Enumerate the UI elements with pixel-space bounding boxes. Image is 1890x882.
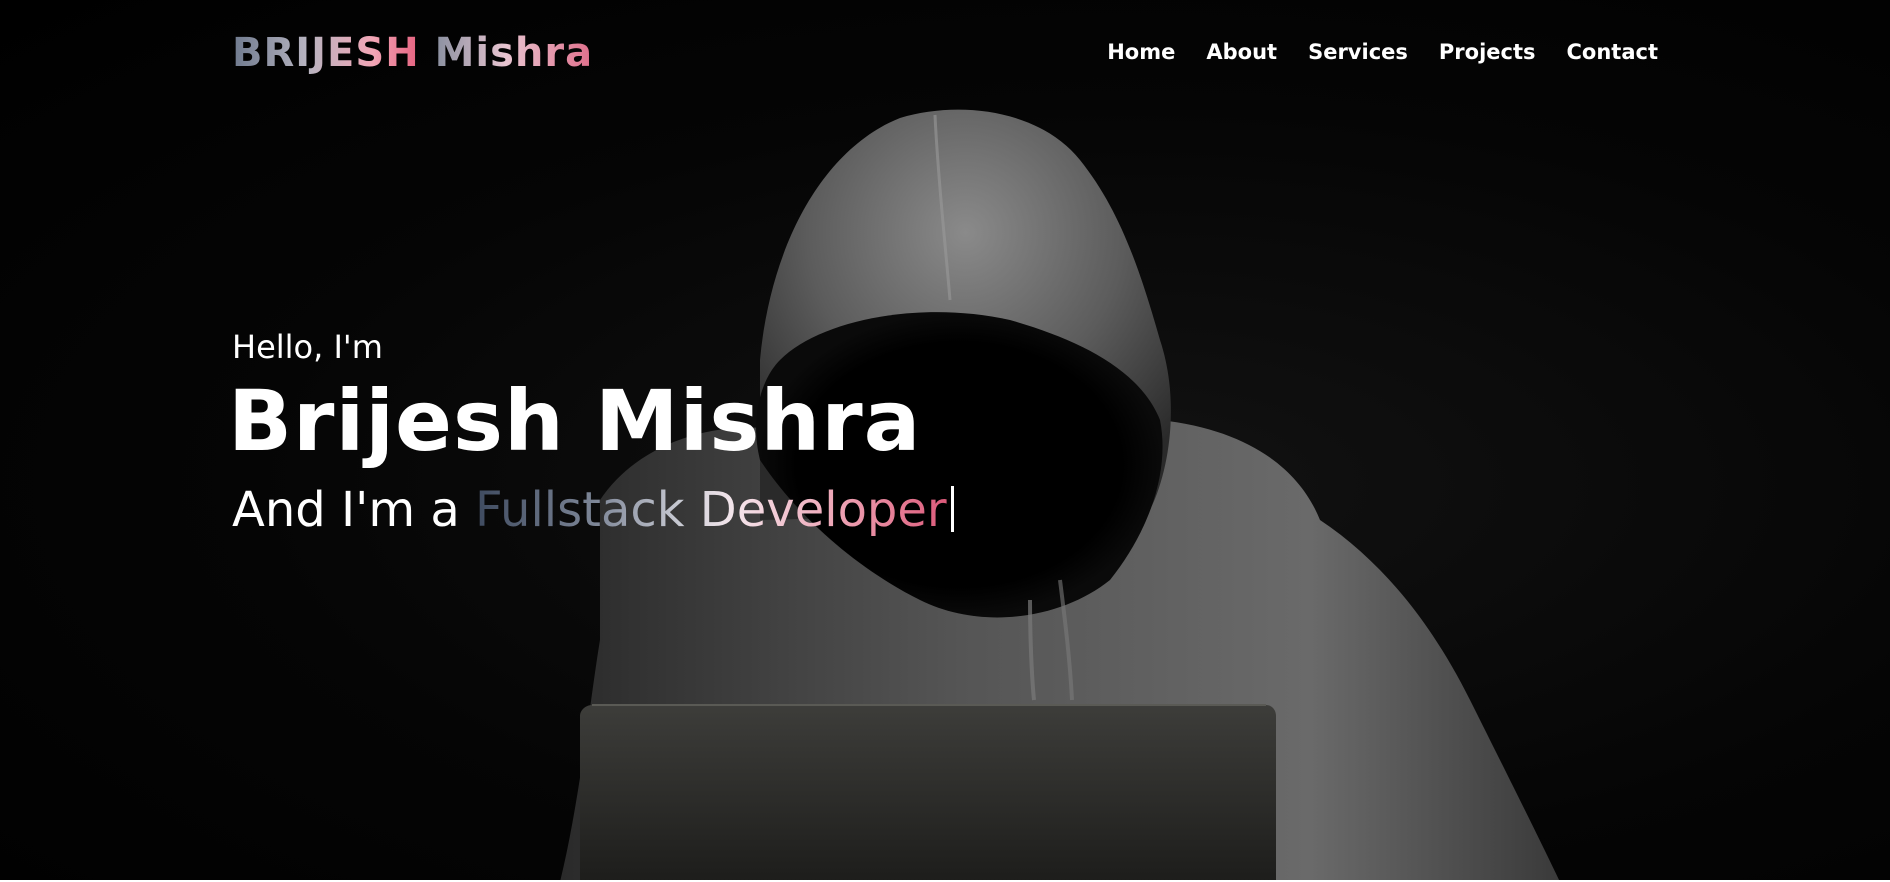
hero-role-prefix: And I'm a — [232, 482, 476, 538]
main-nav: Home About Services Projects Contact — [1107, 40, 1658, 64]
hero-section: BRIJESH Mishra Home About Services Proje… — [0, 0, 1890, 882]
hero-role-line: And I'm a Fullstack Developer — [232, 482, 954, 538]
hero-greeting: Hello, I'm — [232, 328, 383, 366]
brand-logo[interactable]: BRIJESH Mishra — [232, 30, 593, 76]
typing-cursor — [950, 486, 954, 532]
hero-role-typed: Fullstack Developer — [475, 482, 947, 538]
brand-first-name: BRIJESH — [232, 30, 420, 76]
nav-item-home[interactable]: Home — [1107, 40, 1175, 64]
nav-item-services[interactable]: Services — [1308, 40, 1408, 64]
nav-item-contact[interactable]: Contact — [1567, 40, 1659, 64]
hero-name: Brijesh Mishra — [228, 372, 922, 470]
brand-last-name: Mishra — [434, 30, 594, 76]
nav-item-projects[interactable]: Projects — [1439, 40, 1536, 64]
nav-item-about[interactable]: About — [1206, 40, 1277, 64]
